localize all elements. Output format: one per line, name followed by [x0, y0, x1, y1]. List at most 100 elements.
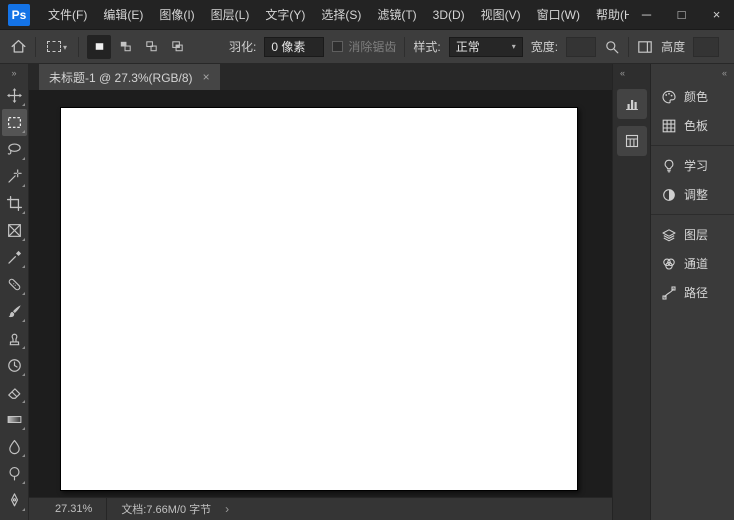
menubar: Ps 文件(F) 编辑(E) 图像(I) 图层(L) 文字(Y) 选择(S) 滤…	[0, 0, 734, 30]
palette-icon	[661, 89, 677, 105]
document-tab-title: 未标题-1 @ 27.3%(RGB/8)	[49, 70, 193, 85]
eraser-tool[interactable]	[2, 379, 27, 406]
separator	[651, 214, 734, 215]
rectangular-marquee-tool[interactable]	[1, 109, 27, 136]
menu-help[interactable]: 帮助(H)	[588, 0, 629, 29]
status-chevron-icon[interactable]: ›	[225, 502, 229, 516]
blur-tool[interactable]	[2, 433, 27, 460]
panel-dock: « 颜色 色板 学习 调整 图层 通道 路径	[650, 64, 734, 520]
menu-window[interactable]: 窗口(W)	[529, 0, 588, 29]
layers-icon	[661, 227, 677, 243]
status-bar: 27.31% 文档:7.66M/0 字节 ›	[29, 497, 612, 520]
collapsed-panel-dock: «	[612, 64, 650, 520]
frame-tool[interactable]	[2, 217, 27, 244]
panel-label: 色板	[684, 119, 709, 133]
panel-label: 颜色	[684, 90, 709, 104]
separator	[106, 498, 108, 520]
gradient-tool[interactable]	[2, 406, 27, 433]
panel-paths[interactable]: 路径	[651, 278, 734, 307]
document-area: 未标题-1 @ 27.3%(RGB/8) × 27.31% 文档:7.66M/0…	[29, 64, 612, 520]
workspace-switcher-icon[interactable]	[637, 39, 653, 55]
magic-wand-tool[interactable]	[2, 163, 27, 190]
active-tool-preset[interactable]: ▾	[44, 39, 70, 54]
height-input[interactable]	[693, 36, 720, 57]
tools-panel: »	[0, 64, 29, 520]
menu-file[interactable]: 文件(F)	[40, 0, 95, 29]
panel-adjustments[interactable]: 调整	[651, 180, 734, 209]
minimize-button[interactable]: ─	[629, 0, 664, 29]
photoshop-window: Ps 文件(F) 编辑(E) 图像(I) 图层(L) 文字(Y) 选择(S) 滤…	[0, 0, 734, 520]
separator	[651, 145, 734, 146]
toolbar-expand-chevron[interactable]: »	[11, 64, 16, 82]
menu-type[interactable]: 文字(Y)	[257, 0, 313, 29]
panel-channels[interactable]: 通道	[651, 249, 734, 278]
feather-label: 羽化:	[229, 40, 257, 54]
rectangular-marquee-icon	[47, 41, 61, 52]
width-input[interactable]	[566, 36, 597, 57]
zoom-level-field[interactable]: 27.31%	[55, 503, 92, 515]
crop-tool[interactable]	[2, 190, 27, 217]
menu-view[interactable]: 视图(V)	[473, 0, 529, 29]
panel-swatches[interactable]: 色板	[651, 111, 734, 140]
workspace: » 未标题-1 @ 27.3%(RGB/8) × 27.31% 文档:7.66M…	[0, 64, 734, 520]
canvas[interactable]	[60, 107, 578, 491]
menu-layer[interactable]: 图层(L)	[203, 0, 258, 29]
histogram-panel-icon[interactable]	[616, 89, 647, 119]
panel-dock-collapse-chevron[interactable]: «	[722, 64, 734, 82]
intersect-selection-button[interactable]	[165, 35, 189, 59]
style-label: 样式:	[413, 40, 441, 54]
spot-healing-brush-tool[interactable]	[2, 271, 27, 298]
panel-color[interactable]: 颜色	[651, 82, 734, 111]
channels-icon	[661, 256, 677, 272]
chevron-down-icon: ▾	[63, 43, 68, 52]
eyedropper-tool[interactable]	[2, 244, 27, 271]
pen-tool[interactable]	[2, 487, 27, 514]
close-button[interactable]: ×	[699, 0, 734, 29]
feather-input[interactable]: 0 像素	[264, 36, 325, 57]
lasso-tool[interactable]	[2, 136, 27, 163]
panel-label: 路径	[684, 286, 709, 300]
maximize-button[interactable]: □	[664, 0, 699, 29]
library-panel-icon[interactable]	[616, 126, 647, 156]
panel-layers[interactable]: 图层	[651, 220, 734, 249]
menu-3d[interactable]: 3D(D)	[425, 0, 473, 29]
photoshop-logo-icon: Ps	[8, 3, 30, 26]
subtract-from-selection-button[interactable]	[139, 35, 163, 59]
document-size-info: 文档:7.66M/0 字节	[121, 504, 212, 516]
menu-image[interactable]: 图像(I)	[151, 0, 202, 29]
path-icon	[661, 285, 677, 301]
home-icon[interactable]	[10, 38, 27, 55]
antialias-checkbox[interactable]	[332, 41, 344, 52]
style-value: 正常	[455, 40, 480, 54]
swatches-grid-icon	[661, 118, 677, 134]
add-to-selection-button[interactable]	[113, 35, 137, 59]
menu-edit[interactable]: 编辑(E)	[95, 0, 151, 29]
separator	[78, 36, 80, 57]
style-select[interactable]: 正常 ▾	[448, 36, 523, 57]
panel-label: 学习	[684, 159, 709, 173]
new-selection-button[interactable]	[87, 34, 112, 59]
history-brush-tool[interactable]	[2, 352, 27, 379]
separator	[35, 36, 36, 57]
height-label: 高度	[661, 40, 686, 54]
pasteboard[interactable]	[29, 90, 612, 497]
search-icon[interactable]	[604, 39, 620, 55]
options-bar: ▾ 羽化: 0 像素 消除锯齿 样式: 正常 ▾ 宽度: 高度	[0, 30, 734, 64]
panel-label: 通道	[684, 257, 709, 271]
chevron-down-icon: ▾	[511, 41, 516, 51]
panel-learn[interactable]: 学习	[651, 151, 734, 180]
brush-tool[interactable]	[2, 298, 27, 325]
separator	[628, 36, 630, 57]
feather-value: 0 像素	[271, 40, 306, 54]
separator	[404, 36, 406, 57]
half-circle-icon	[661, 187, 677, 203]
document-tab[interactable]: 未标题-1 @ 27.3%(RGB/8) ×	[39, 64, 220, 90]
clone-stamp-tool[interactable]	[2, 325, 27, 352]
antialias-option: 消除锯齿	[332, 38, 396, 55]
menu-filter[interactable]: 滤镜(T)	[369, 0, 424, 29]
icon-dock-collapse-chevron[interactable]: «	[613, 64, 625, 82]
dodge-tool[interactable]	[2, 460, 27, 487]
tab-close-icon[interactable]: ×	[203, 70, 210, 84]
menu-select[interactable]: 选择(S)	[313, 0, 369, 29]
move-tool[interactable]	[2, 82, 27, 109]
